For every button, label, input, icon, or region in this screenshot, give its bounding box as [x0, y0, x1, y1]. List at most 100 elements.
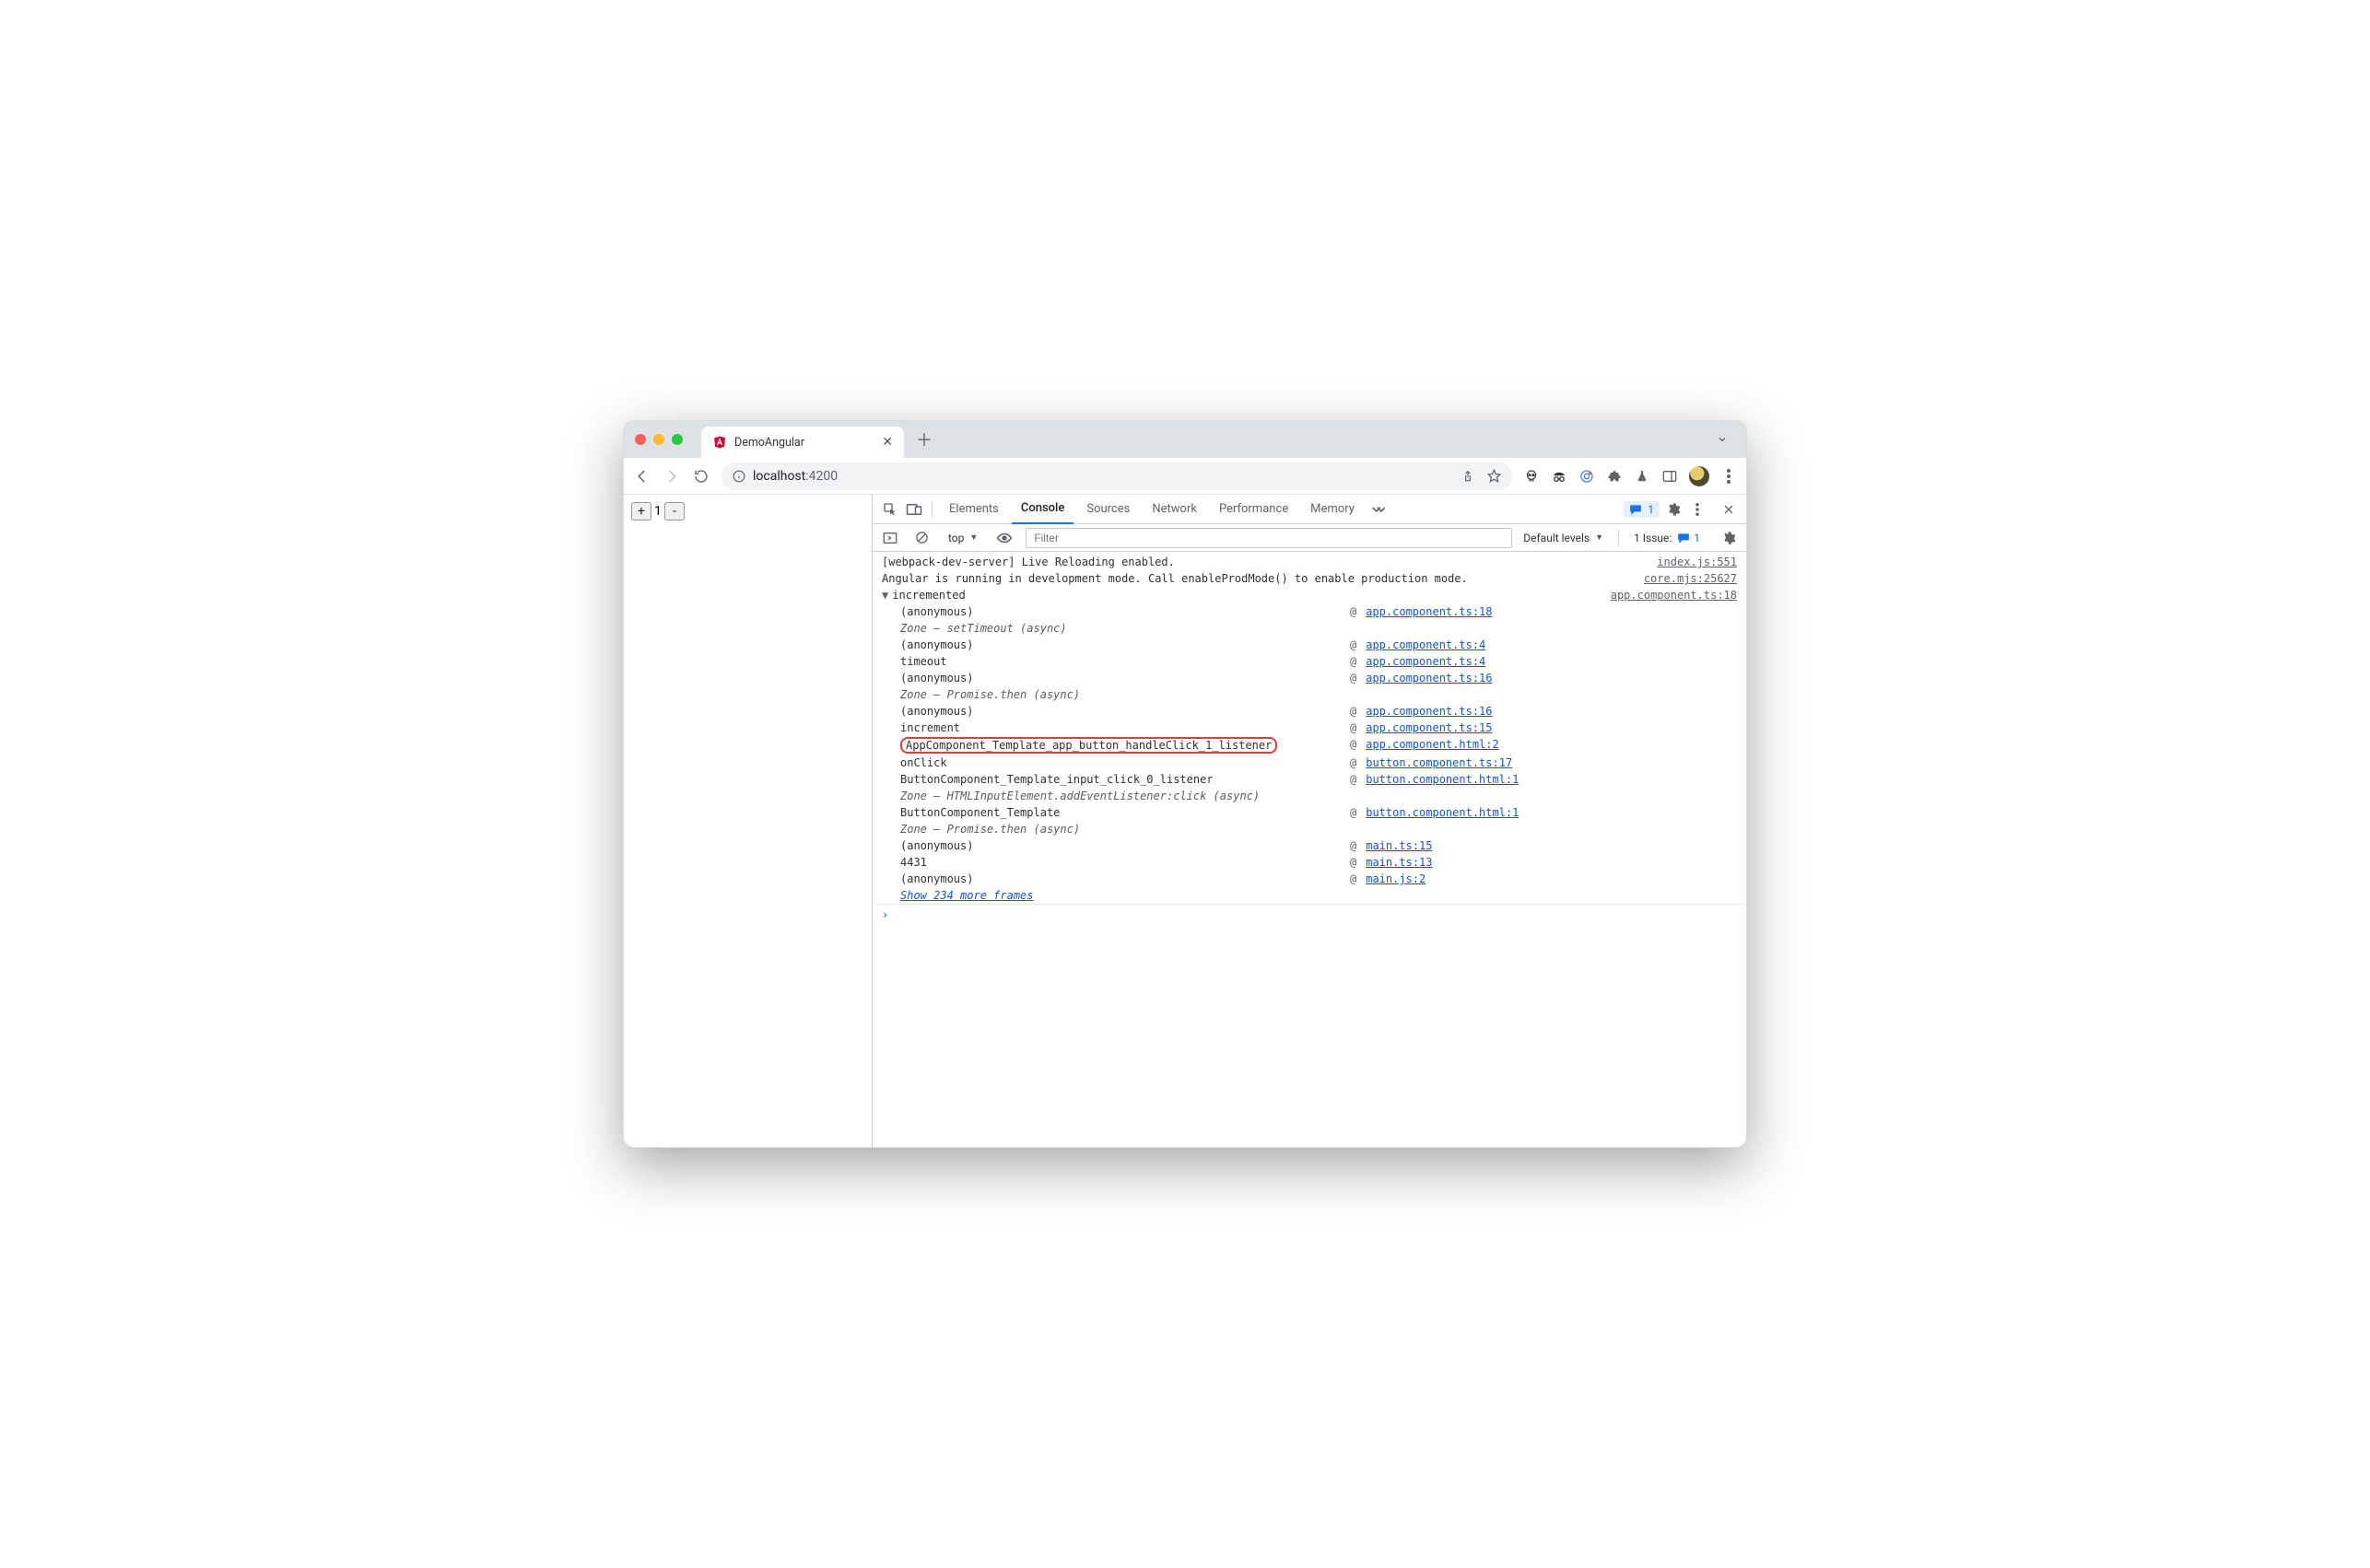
- inspect-element-icon[interactable]: [880, 499, 900, 520]
- tab-title: DemoAngular: [734, 436, 804, 450]
- stack-trace: (anonymous)@ app.component.ts:18Zone — s…: [873, 603, 1746, 887]
- frame-source-link[interactable]: main.js:2: [1366, 872, 1426, 885]
- window-close-button[interactable]: [635, 434, 646, 445]
- levels-label: Default levels: [1523, 532, 1590, 544]
- device-toolbar-icon[interactable]: [904, 499, 924, 520]
- frame-function: ButtonComponent_Template_input_click_0_l…: [900, 773, 1341, 786]
- frame-source-link[interactable]: app.component.ts:15: [1366, 721, 1492, 734]
- frame-source-link[interactable]: app.component.html:2: [1366, 738, 1499, 753]
- tab-network[interactable]: Network: [1143, 495, 1206, 524]
- browser-tab[interactable]: DemoAngular ✕: [701, 427, 904, 458]
- frame-function: Zone — HTMLInputElement.addEventListener…: [900, 790, 1341, 802]
- address-bar[interactable]: localhost:4200: [722, 462, 1512, 490]
- log-levels-select[interactable]: Default levels ▼: [1523, 532, 1603, 544]
- console-prompt[interactable]: ›: [873, 904, 1746, 925]
- url-bar: localhost:4200: [624, 458, 1746, 495]
- show-more-frames[interactable]: Show 234 more frames: [873, 887, 1746, 904]
- at-symbol: @: [1350, 672, 1356, 685]
- console-sidebar-toggle-icon[interactable]: [880, 528, 900, 548]
- frame-source-link[interactable]: main.ts:13: [1366, 856, 1432, 869]
- at-symbol: @: [1350, 872, 1356, 885]
- log-row: Angular is running in development mode. …: [873, 570, 1746, 587]
- more-tabs-icon[interactable]: [1367, 499, 1388, 520]
- extension-incognito-icon[interactable]: [1551, 468, 1567, 485]
- source-link[interactable]: core.mjs:25627: [1644, 572, 1737, 585]
- frame-source-link[interactable]: main.ts:15: [1366, 839, 1432, 852]
- frame-function: ButtonComponent_Template: [900, 806, 1341, 819]
- increment-button[interactable]: +: [631, 502, 651, 521]
- new-tab-button[interactable]: ＋: [911, 427, 937, 452]
- frame-function: (anonymous): [900, 705, 1341, 718]
- window-maximize-button[interactable]: [672, 434, 683, 445]
- frame-function: 4431: [900, 856, 1341, 869]
- live-expression-icon[interactable]: [994, 528, 1015, 548]
- console-settings-icon[interactable]: [1719, 528, 1739, 548]
- stack-frame: (anonymous)@ app.component.ts:4: [873, 637, 1746, 653]
- issues-link[interactable]: 1 Issue: 1: [1634, 532, 1700, 544]
- frame-function: Zone — Promise.then (async): [900, 688, 1341, 701]
- context-label: top: [948, 532, 964, 544]
- stack-frame: ButtonComponent_Template@ button.compone…: [873, 804, 1746, 821]
- at-symbol: @: [1350, 705, 1356, 718]
- source-link[interactable]: index.js:551: [1657, 556, 1737, 568]
- frame-source-link[interactable]: app.component.ts:18: [1366, 605, 1492, 618]
- profile-avatar[interactable]: [1689, 466, 1709, 486]
- counter-value: 1: [651, 504, 664, 519]
- share-icon[interactable]: [1461, 470, 1474, 483]
- extension-flask-icon[interactable]: [1634, 468, 1650, 485]
- filter-input[interactable]: [1026, 528, 1512, 548]
- at-symbol: @: [1350, 856, 1356, 869]
- frame-source-link[interactable]: app.component.ts:16: [1366, 672, 1492, 685]
- issues-badge[interactable]: 1: [1624, 501, 1660, 518]
- frame-source-link[interactable]: button.component.html:1: [1366, 773, 1519, 786]
- at-symbol: @: [1350, 773, 1356, 786]
- devtools-menu-icon[interactable]: [1687, 499, 1707, 520]
- reload-button[interactable]: [692, 467, 710, 486]
- at-symbol: @: [1350, 839, 1356, 852]
- devtools-panel: Elements Console Sources Network Perform…: [873, 495, 1746, 1147]
- frame-source-link[interactable]: button.component.ts:17: [1366, 756, 1512, 769]
- frame-function: (anonymous): [900, 672, 1341, 685]
- source-link[interactable]: app.component.ts:18: [1611, 589, 1737, 602]
- bookmark-star-icon[interactable]: [1487, 469, 1501, 483]
- extensions-puzzle-icon[interactable]: [1606, 468, 1623, 485]
- trace-label: ▼incremented: [882, 589, 1602, 602]
- devtools-close-icon[interactable]: [1719, 499, 1739, 520]
- extension-target-icon[interactable]: [1578, 468, 1595, 485]
- back-button[interactable]: [633, 467, 651, 486]
- frame-source-link[interactable]: app.component.ts:4: [1366, 655, 1485, 668]
- tab-console[interactable]: Console: [1012, 495, 1074, 524]
- disclosure-triangle-icon[interactable]: ▼: [882, 589, 888, 602]
- frame-source-link[interactable]: button.component.html:1: [1366, 806, 1519, 819]
- stack-frame: (anonymous)@ main.ts:15: [873, 837, 1746, 854]
- frame-function: increment: [900, 721, 1341, 734]
- browser-menu-icon[interactable]: [1720, 468, 1737, 485]
- trace-header[interactable]: ▼incremented app.component.ts:18: [873, 587, 1746, 603]
- decrement-button[interactable]: -: [664, 502, 685, 521]
- extension-skull-icon[interactable]: [1523, 468, 1540, 485]
- tab-memory[interactable]: Memory: [1301, 495, 1364, 524]
- at-symbol: @: [1350, 638, 1356, 651]
- window-minimize-button[interactable]: [653, 434, 664, 445]
- console-body: [webpack-dev-server] Live Reloading enab…: [873, 552, 1746, 1147]
- clear-console-icon[interactable]: [911, 528, 932, 548]
- at-symbol: @: [1350, 721, 1356, 734]
- tab-elements[interactable]: Elements: [940, 495, 1008, 524]
- stack-frame: (anonymous) @ app.component.ts:16: [873, 670, 1746, 686]
- site-info-icon[interactable]: [733, 470, 745, 483]
- issues-label: 1 Issue:: [1634, 532, 1672, 544]
- devtools-settings-icon[interactable]: [1663, 499, 1684, 520]
- show-more-link[interactable]: Show 234 more frames: [900, 889, 1034, 902]
- frame-source-link[interactable]: app.component.ts:4: [1366, 638, 1485, 651]
- execution-context-select[interactable]: top ▼: [943, 530, 983, 546]
- separator: [1618, 530, 1619, 546]
- separator: [932, 501, 933, 518]
- tab-sources[interactable]: Sources: [1077, 495, 1139, 524]
- side-panel-icon[interactable]: [1661, 468, 1678, 485]
- at-symbol: @: [1350, 756, 1356, 769]
- tab-close-icon[interactable]: ✕: [882, 435, 893, 450]
- frame-source-link[interactable]: app.component.ts:16: [1366, 705, 1492, 718]
- forward-button[interactable]: [663, 467, 681, 486]
- tab-performance[interactable]: Performance: [1210, 495, 1297, 524]
- tabs-dropdown-button[interactable]: [1711, 428, 1733, 451]
